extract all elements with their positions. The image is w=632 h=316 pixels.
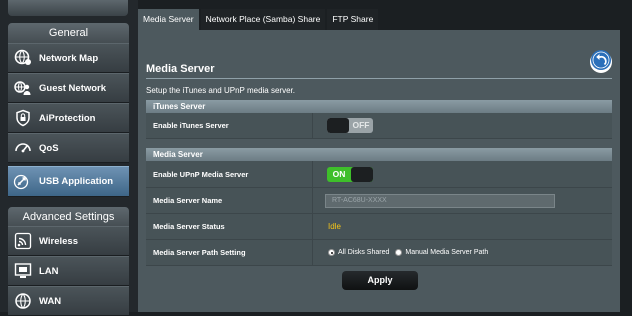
tab-media-server[interactable]: Media Server (138, 9, 199, 30)
itunes-server-header: iTunes Server (146, 100, 612, 113)
sidebar-item-label: Wireless (39, 235, 78, 247)
advanced-settings-header: Advanced Settings (8, 207, 129, 227)
sidebar-item-aiprotection[interactable]: AiProtection (8, 103, 129, 133)
sidebar-item-label: WAN (39, 295, 62, 307)
sidebar-item-wireless[interactable]: Wireless (8, 226, 129, 256)
itunes-toggle-state: OFF (352, 120, 370, 130)
sidebar-item-usb-application[interactable]: USB Application (8, 166, 129, 197)
manual-path-radio[interactable] (395, 249, 403, 256)
title-divider (146, 78, 612, 79)
sidebar-item-qos[interactable]: QoS (8, 133, 129, 163)
enable-itunes-label: Enable iTunes Server (146, 113, 313, 138)
wan-icon (12, 290, 34, 312)
tab-bar: Media Server Network Place (Samba) Share… (138, 9, 380, 30)
tab-network-place-samba-share[interactable]: Network Place (Samba) Share (200, 9, 326, 30)
page-title: Media Server (146, 63, 215, 75)
sidebar-item-label: LAN (39, 265, 59, 277)
sidebar-item-label: QoS (39, 142, 59, 154)
toggle-knob (327, 118, 349, 133)
media-server-status-label: Media Server Status (146, 214, 313, 239)
upnp-toggle-state: ON (332, 169, 346, 179)
back-button[interactable] (590, 49, 612, 76)
media-server-status-row: Media Server Status Idle (146, 214, 612, 240)
usb-application-icon (12, 171, 34, 193)
enable-upnp-row: Enable UPnP Media Server ON (146, 161, 612, 188)
general-header: General (8, 23, 129, 43)
page-description: Setup the iTunes and UPnP media server. (146, 86, 295, 95)
main-panel: Media Server Setup the iTunes and UPnP m… (138, 30, 620, 312)
upnp-toggle[interactable]: ON (327, 167, 373, 182)
sidebar-item-lan[interactable]: LAN (8, 256, 129, 286)
sidebar-item-guest-network[interactable]: Guest Network (8, 73, 129, 103)
all-disks-shared-label: All Disks Shared (338, 249, 390, 256)
media-server-path-label: Media Server Path Setting (146, 240, 313, 265)
back-arrow-icon (590, 49, 612, 76)
toggle-knob (351, 167, 373, 182)
media-server-name-label: Media Server Name (146, 188, 313, 213)
media-server-header: Media Server (146, 148, 612, 161)
media-server-name-row: Media Server Name RT-AC68U-XXXX (146, 188, 612, 214)
sidebar: General Network Map Guest Network AiProt… (0, 0, 138, 316)
wireless-icon (12, 230, 34, 252)
manual-path-label: Manual Media Server Path (405, 249, 489, 256)
aiprotection-icon (12, 107, 34, 129)
itunes-toggle[interactable]: OFF (327, 118, 373, 133)
apply-button[interactable]: Apply (342, 271, 418, 290)
media-server-name-input[interactable]: RT-AC68U-XXXX (325, 194, 555, 208)
qos-icon (12, 137, 34, 159)
guest-network-icon (12, 77, 34, 99)
sidebar-item-label: USB Application (39, 176, 114, 187)
sidebar-item-label: Guest Network (39, 82, 107, 94)
all-disks-shared-radio[interactable] (328, 249, 335, 256)
enable-upnp-label: Enable UPnP Media Server (146, 161, 313, 187)
lan-icon (12, 260, 34, 282)
sidebar-item-label: AiProtection (39, 112, 96, 124)
sidebar-item-label: Network Map (39, 52, 99, 64)
media-server-path-row: Media Server Path Setting All Disks Shar… (146, 240, 612, 266)
path-radio-group: All Disks Shared Manual Media Server Pat… (328, 249, 494, 256)
sidebar-item-network-map[interactable]: Network Map (8, 43, 129, 73)
enable-itunes-row: Enable iTunes Server OFF (146, 113, 612, 139)
sidebar-top-bar (8, 0, 128, 16)
media-server-status-value: Idle (328, 222, 341, 231)
network-map-icon (12, 47, 34, 69)
tab-ftp-share[interactable]: FTP Share (327, 9, 379, 30)
